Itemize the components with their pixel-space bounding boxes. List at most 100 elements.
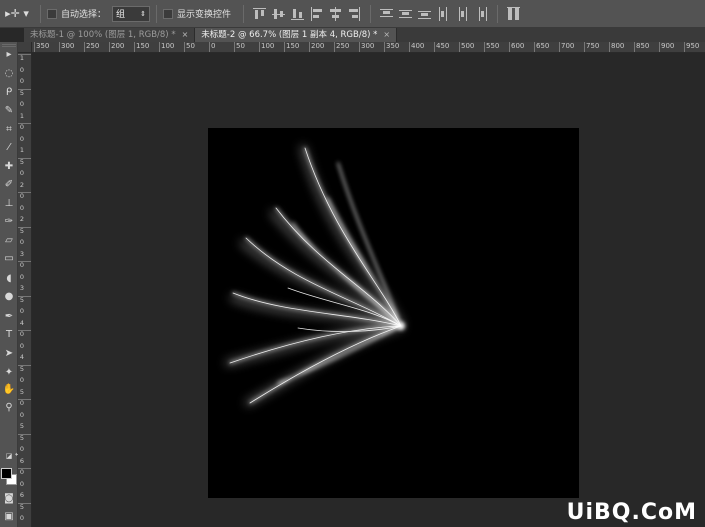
ruler-label: 5 — [19, 157, 25, 166]
ruler-tick — [359, 42, 360, 52]
ruler-tick — [684, 42, 685, 52]
ruler-label: 50 — [186, 42, 195, 50]
ruler-label: 4 — [19, 353, 25, 361]
divider — [497, 4, 499, 23]
ruler-tick — [18, 123, 31, 124]
ruler-label: 0 — [19, 410, 25, 419]
foreground-color-swatch[interactable] — [1, 468, 12, 479]
distribute-right-button[interactable] — [474, 6, 489, 22]
ruler-label: 3 — [19, 249, 25, 258]
vertical-ruler[interactable]: 1 0 0 5 0 1 0 0 1 5 0 2 0 0 2 5 0 3 0 0 3 5 0 4 0 0 4 5 0 5 0 0 5 5 0 6 0 0 6 5… — [18, 53, 32, 527]
dodge-icon[interactable]: ● — [1, 288, 17, 304]
move-icon[interactable]: ▸ — [1, 46, 17, 62]
align-top-edges-button[interactable] — [252, 6, 267, 22]
feather-wing-artwork — [225, 145, 405, 406]
screen-mode-icon[interactable]: ▣ — [1, 508, 17, 524]
ruler-label: 5 — [19, 387, 25, 396]
ruler-label: 0 — [19, 307, 25, 315]
align-left-edges-button[interactable] — [309, 6, 324, 22]
distribute-bottom-button[interactable] — [417, 6, 432, 22]
distribute-left-button[interactable] — [436, 6, 451, 22]
photoshop-window: ▸✛ ▾ 自动选择： 组 ⇕ 显示变换控件 未标题-1 @ 100% (图层 1… — [0, 0, 705, 527]
distribute-top-button[interactable] — [379, 6, 394, 22]
ruler-tick — [109, 42, 110, 52]
ruler-label: 200 — [111, 42, 125, 50]
ruler-tick — [18, 468, 31, 469]
ruler-label: 500 — [461, 42, 475, 50]
ruler-label: 5 — [19, 226, 25, 235]
auto-align-layers-button[interactable] — [506, 6, 521, 22]
ruler-tick — [234, 42, 235, 52]
distribute-center-button[interactable] — [398, 6, 413, 22]
divider — [156, 4, 158, 23]
ruler-label: 5 — [19, 433, 25, 442]
ruler-label: 0 — [19, 376, 25, 384]
document-canvas[interactable] — [208, 128, 579, 498]
ruler-label: 0 — [211, 42, 216, 50]
ruler-tick — [409, 42, 410, 52]
healing-icon[interactable]: ✚ — [1, 158, 17, 174]
eraser-icon[interactable]: ▱ — [1, 232, 17, 248]
history-brush-icon[interactable]: ✑ — [1, 213, 17, 229]
quick-mask-icon[interactable]: ◙ — [1, 490, 17, 506]
marquee-icon[interactable]: ◌ — [1, 65, 17, 81]
move-tool-preset[interactable]: ▸✛ ▾ — [0, 0, 34, 28]
ruler-tick — [18, 502, 31, 504]
brush-icon[interactable]: ✐ — [1, 176, 17, 192]
ruler-tick — [559, 42, 560, 52]
path-select-icon[interactable]: ➤ — [1, 345, 17, 361]
gradient-icon[interactable]: ▭ — [1, 250, 17, 266]
ruler-tick — [309, 42, 310, 52]
ruler-label: 350 — [386, 42, 400, 50]
auto-select-checkbox[interactable] — [47, 8, 57, 19]
divider — [243, 4, 245, 23]
align-horizontal-centers-button[interactable] — [328, 6, 343, 22]
type-icon[interactable]: T — [1, 326, 17, 342]
ruler-label: 0 — [19, 468, 25, 476]
ruler-origin[interactable] — [18, 42, 32, 53]
tab-document-1[interactable]: 未标题-1 @ 100% (图层 1, RGB/8) * × — [24, 28, 196, 42]
ruler-label: 100 — [161, 42, 175, 50]
chevron-down-icon: ⇕ — [140, 9, 147, 18]
distribute-horizontal-button[interactable] — [455, 6, 470, 22]
ruler-tick — [18, 364, 31, 366]
close-icon[interactable]: × — [182, 28, 189, 42]
align-bottom-edges-button[interactable] — [290, 6, 305, 22]
auto-select-dropdown[interactable]: 组 ⇕ — [112, 5, 151, 22]
stamp-icon[interactable]: ⊥ — [1, 195, 17, 211]
quick-select-icon[interactable]: ✎ — [1, 102, 17, 118]
ruler-tick — [634, 42, 635, 52]
ruler-label: 0 — [19, 238, 25, 246]
show-transform-checkbox[interactable] — [163, 8, 174, 19]
ruler-label: 0 — [19, 100, 25, 108]
hand-icon[interactable]: ✋ — [1, 381, 17, 397]
pen-icon[interactable]: ✒ — [1, 308, 17, 324]
ruler-tick — [18, 433, 31, 435]
blur-icon[interactable]: ◖ — [1, 270, 17, 286]
eyedropper-icon[interactable]: ⁄ — [1, 139, 17, 155]
ruler-label: 200 — [311, 42, 325, 50]
ruler-label: 600 — [511, 42, 525, 50]
zoom-icon[interactable]: ⚲ — [1, 399, 17, 415]
ruler-label: 450 — [436, 42, 450, 50]
ruler-tick — [34, 42, 35, 52]
lasso-icon[interactable]: ᑭ — [1, 84, 17, 100]
ruler-tick — [459, 42, 460, 52]
ruler-tick — [384, 42, 385, 52]
ruler-label: 0 — [19, 272, 25, 281]
ruler-label: 0 — [19, 514, 25, 522]
crop-icon[interactable]: ⌗ — [1, 121, 17, 137]
tab-document-2[interactable]: 未标题-2 @ 66.7% (图层 1 副本 4, RGB/8) * × — [195, 28, 398, 42]
ruler-tick — [84, 42, 85, 52]
ruler-label: 5 — [19, 88, 25, 97]
ruler-tick — [434, 42, 435, 52]
ruler-label: 6 — [19, 491, 25, 499]
ruler-label: 300 — [61, 42, 75, 50]
align-right-edges-button[interactable] — [347, 6, 362, 22]
horizontal-ruler[interactable]: 350 300 250 200 150 100 50 0 50 100 150 200 250 300 35… — [32, 42, 705, 53]
close-icon[interactable]: × — [383, 28, 390, 42]
shape-icon[interactable]: ✦ — [1, 364, 17, 380]
ruler-label: 3 — [19, 284, 25, 292]
align-vertical-centers-button[interactable] — [271, 6, 286, 22]
ruler-label: 1 — [19, 146, 25, 154]
